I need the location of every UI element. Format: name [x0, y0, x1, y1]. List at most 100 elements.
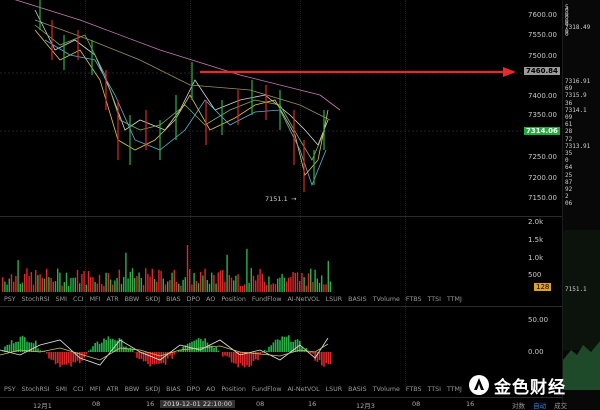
oscillator-bar: [310, 352, 312, 353]
volume-bar: [39, 274, 40, 292]
volume-bar: [187, 245, 188, 292]
oscillator-bar: [231, 352, 233, 362]
indicator-tab-stochrsi[interactable]: StochRSI: [22, 296, 50, 303]
volume-bar: [244, 284, 245, 292]
indicator-tab-ai-netvol[interactable]: AI-NetVOL: [288, 386, 320, 393]
volume-bar: [158, 270, 159, 292]
indicator-tab-ai-netvol[interactable]: AI-NetVOL: [288, 296, 320, 303]
indicator-tab-smi[interactable]: SMI: [56, 296, 67, 303]
indicator-tab-fundflow[interactable]: FundFlow: [252, 386, 282, 393]
indicator-tab-ttmj[interactable]: TTMJ: [447, 386, 462, 393]
indicator-tab-ttsi[interactable]: TTSI: [428, 386, 441, 393]
indicator-tab-tvolume[interactable]: TVolume: [373, 296, 400, 303]
indicator-tab-basis[interactable]: BASIS: [348, 296, 366, 303]
volume-bar: [105, 273, 106, 292]
volume-bar: [119, 270, 120, 292]
indicator-tab-atr[interactable]: ATR: [107, 386, 119, 393]
indicator-tab-smi[interactable]: SMI: [56, 386, 67, 393]
volume-bar: [24, 274, 25, 292]
volume-bar: [169, 280, 170, 292]
volume-bar: [185, 277, 186, 292]
volume-bar: [165, 284, 166, 292]
volume-bar: [255, 280, 256, 292]
indicator-tab-ttsi[interactable]: TTSI: [428, 296, 441, 303]
oscillator-bar: [270, 345, 272, 352]
oscillator-bar: [204, 338, 206, 352]
oscillator-bar: [9, 345, 11, 352]
indicator-tab-basis[interactable]: BASIS: [348, 386, 366, 393]
volume-bar: [22, 283, 23, 292]
indicator-tab-bbw[interactable]: BBW: [125, 386, 140, 393]
price-chart[interactable]: 7151.1 →: [0, 0, 522, 215]
volume-bar: [259, 269, 260, 292]
low-price-marker: 7151.1: [265, 195, 288, 203]
volume-bar: [57, 269, 58, 292]
oscillator-bar: [284, 337, 286, 352]
indicator-tab-ftbs[interactable]: FTBS: [406, 296, 422, 303]
indicator-tab-mfi[interactable]: MFI: [90, 386, 101, 393]
indicator-tabbar-top[interactable]: PSY StochRSI SMI CCI MFI ATR BBW SKDJ BIAS DPO AO P…: [0, 296, 522, 306]
oscillator-bar: [6, 345, 8, 352]
indicator-tab-ttmj[interactable]: TTMJ: [447, 296, 462, 303]
volume-bar: [123, 277, 124, 292]
panel-value: 7315.9: [565, 92, 587, 99]
panel-value: 09: [565, 114, 572, 121]
panel-value: 35: [565, 150, 572, 157]
volume-bar: [284, 278, 285, 292]
volume-bar: [218, 272, 219, 292]
indicator-tab-lsur[interactable]: LSUR: [326, 386, 343, 393]
indicator-tab-position[interactable]: Position: [221, 296, 246, 303]
crosshair-time: 2019-12-01 22:10:00: [160, 400, 235, 408]
oscillator-bar: [103, 339, 105, 352]
indicator-tab-psy[interactable]: PSY: [4, 386, 16, 393]
volume-bar: [207, 280, 208, 292]
panel-value: 7314.1: [565, 107, 587, 114]
indicator-tab-mfi[interactable]: MFI: [90, 296, 101, 303]
indicator-tab-cci[interactable]: CCI: [73, 296, 84, 303]
oscillator-bar: [13, 343, 15, 352]
indicator-tabbar-bottom[interactable]: PSY StochRSI SMI CCI MFI ATR BBW SKDJ BIAS DPO AO P…: [0, 386, 522, 396]
indicator-tab-psy[interactable]: PSY: [4, 296, 16, 303]
indicator-tab-fundflow[interactable]: FundFlow: [252, 296, 282, 303]
volume-bar: [317, 279, 318, 292]
volume-bar: [286, 281, 287, 292]
oscillator-bar: [24, 337, 26, 352]
volume-bar: [279, 278, 280, 292]
indicator-tab-ao[interactable]: AO: [206, 296, 215, 303]
volume-bar: [2, 277, 3, 292]
volume-bar: [290, 277, 291, 292]
indicator-tab-atr[interactable]: ATR: [107, 296, 119, 303]
indicator-tab-position[interactable]: Position: [221, 386, 246, 393]
indicator-tab-dpo[interactable]: DPO: [187, 296, 201, 303]
oscillator-bar: [279, 340, 281, 352]
indicator-tab-skdj[interactable]: SKDJ: [145, 386, 160, 393]
indicator-tab-bias[interactable]: BIAS: [166, 296, 180, 303]
volume-bar: [273, 283, 274, 292]
indicator-tab-bbw[interactable]: BBW: [125, 296, 140, 303]
panel-value: 36: [565, 100, 572, 107]
volume-bar: [292, 272, 293, 292]
indicator-tab-skdj[interactable]: SKDJ: [145, 296, 160, 303]
volume-bar: [297, 272, 298, 292]
indicator-tab-lsur[interactable]: LSUR: [326, 296, 343, 303]
indicator-tab-tvolume[interactable]: TVolume: [373, 386, 400, 393]
orderbook-panel: 7151.1 5000007318.49007316.91697315.9367…: [562, 0, 600, 409]
volume-bar: [191, 284, 192, 292]
indicator-tab-dpo[interactable]: DPO: [187, 386, 201, 393]
volume-bar: [17, 260, 18, 292]
oscillator-bar: [88, 351, 90, 352]
panel-low-value: 7151.1: [565, 286, 587, 293]
volume-bar: [31, 272, 32, 292]
indicator-tab-bias[interactable]: BIAS: [166, 386, 180, 393]
oscillator-bar: [86, 352, 88, 354]
logo-icon: [468, 374, 490, 396]
indicator-tab-ao[interactable]: AO: [206, 386, 215, 393]
oscillator-bar: [321, 352, 323, 365]
volume-bar: [237, 274, 238, 292]
indicator-tab-cci[interactable]: CCI: [73, 386, 84, 393]
volume-bar: [233, 280, 234, 292]
indicator-tab-stochrsi[interactable]: StochRSI: [22, 386, 50, 393]
volume-bar: [180, 285, 181, 292]
oscillator-bar: [92, 346, 94, 352]
indicator-tab-ftbs[interactable]: FTBS: [406, 386, 422, 393]
